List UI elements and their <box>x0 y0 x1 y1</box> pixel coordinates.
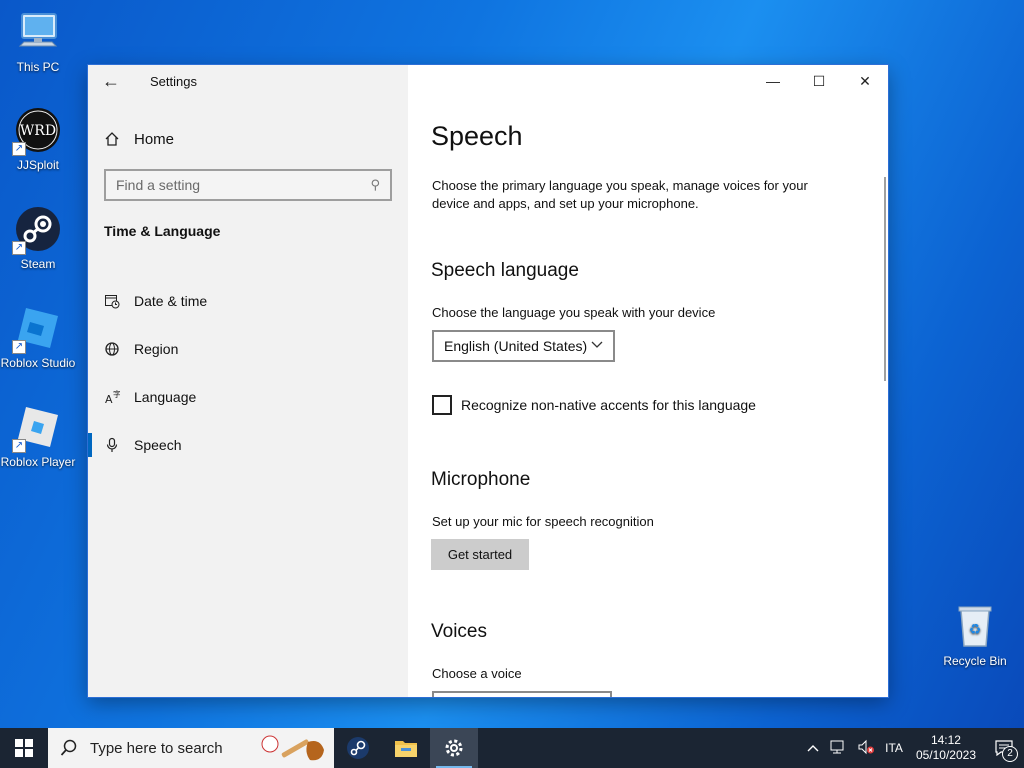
shortcut-arrow-icon: ↗ <box>12 340 26 354</box>
roblox-player-icon: ↗ <box>12 403 62 453</box>
microphone-label: Set up your mic for speech recognition <box>432 514 654 529</box>
dropdown-selected: English (United States) <box>444 338 588 354</box>
desktop-icon-roblox-studio[interactable]: ↗ Roblox Studio <box>0 304 78 370</box>
accent-checkbox-row[interactable]: Recognize non-native accents for this la… <box>432 395 756 415</box>
steam-icon <box>347 737 369 759</box>
calendar-clock-icon <box>105 295 120 309</box>
app-title: Settings <box>150 74 197 89</box>
desktop-icon-label: Roblox Player <box>0 455 76 469</box>
content-pane: Speech Choose the primary language you s… <box>408 65 888 697</box>
desktop-icon-jjsploit[interactable]: WRD ↗ JJSploit <box>0 106 78 172</box>
volume-muted-icon[interactable] <box>852 739 880 758</box>
search-icon <box>60 739 77 756</box>
section-title: Time & Language <box>104 223 221 239</box>
shortcut-arrow-icon: ↗ <box>12 241 26 255</box>
nav-home[interactable]: Home <box>104 127 174 151</box>
taskbar-settings[interactable] <box>430 728 478 768</box>
notification-count-badge: 2 <box>1002 746 1018 762</box>
search-icon: ⚲ <box>370 177 380 192</box>
shortcut-arrow-icon: ↗ <box>12 439 26 453</box>
clock-time: 14:12 <box>930 733 961 747</box>
svg-text:字: 字 <box>113 389 120 399</box>
computer-icon <box>14 8 62 56</box>
desktop-icon-label: This PC <box>16 60 60 74</box>
show-hidden-icons-chevron-icon[interactable] <box>802 741 824 755</box>
clock[interactable]: 14:12 05/10/2023 <box>908 733 984 763</box>
nav-list: Date & time Region A 字 Language Speech <box>88 277 408 469</box>
start-button[interactable] <box>0 728 48 768</box>
sidebar-item-region[interactable]: Region <box>88 325 408 373</box>
desktop-icon-roblox-player[interactable]: ↗ Roblox Player <box>0 403 78 469</box>
sidebar-item-language[interactable]: A 字 Language <box>88 373 408 421</box>
speech-language-heading: Speech language <box>431 260 579 281</box>
sidebar-item-label: Region <box>134 341 179 357</box>
roblox-studio-icon: ↗ <box>12 304 62 354</box>
microphone-heading: Microphone <box>431 469 531 490</box>
voices-label: Choose a voice <box>432 666 522 681</box>
sidebar-item-label: Language <box>134 389 197 405</box>
microphone-icon <box>106 437 118 452</box>
get-started-button[interactable]: Get started <box>431 539 529 570</box>
svg-text:A: A <box>105 393 113 405</box>
jjsploit-icon: WRD ↗ <box>12 106 62 156</box>
sidebar-item-date-time[interactable]: Date & time <box>88 277 408 325</box>
search-highlight-baseball-icon <box>261 735 324 761</box>
voice-dropdown[interactable] <box>432 691 612 697</box>
shortcut-arrow-icon: ↗ <box>12 142 26 156</box>
steam-icon: ↗ <box>12 205 62 255</box>
windows-logo-icon <box>15 739 33 757</box>
settings-icon <box>445 739 463 757</box>
desktop-icon-this-pc[interactable]: This PC <box>0 8 78 74</box>
svg-text:WRD: WRD <box>20 123 56 139</box>
titlebar: ← Settings <box>88 65 408 99</box>
taskbar: Type here to search ITA 14:12 05/10/2023… <box>0 728 1024 768</box>
globe-icon <box>105 342 119 356</box>
sidebar-item-speech[interactable]: Speech <box>88 421 408 469</box>
desktop-icon-label: JJSploit <box>16 158 60 172</box>
taskbar-search-placeholder: Type here to search <box>90 739 223 757</box>
recycle-bin-icon: ♻ <box>951 602 999 650</box>
system-tray: ITA 14:12 05/10/2023 2 <box>802 728 1024 768</box>
desktop-icon-steam[interactable]: ↗ Steam <box>0 205 78 271</box>
action-center-button[interactable]: 2 <box>984 728 1024 768</box>
sidebar-item-label: Speech <box>134 437 182 453</box>
file-explorer-icon <box>395 741 417 757</box>
speech-language-dropdown[interactable]: English (United States) <box>432 330 615 362</box>
back-arrow-icon[interactable]: ← <box>102 71 124 93</box>
input-language-indicator[interactable]: ITA <box>880 741 908 755</box>
accent-checkbox[interactable] <box>432 395 452 415</box>
page-title: Speech <box>431 121 523 151</box>
sidebar-item-label: Date & time <box>134 293 208 309</box>
chevron-down-icon <box>591 340 603 352</box>
taskbar-search-input[interactable]: Type here to search <box>48 728 334 768</box>
accent-checkbox-label: Recognize non-native accents for this la… <box>461 397 756 413</box>
desktop-icon-recycle-bin[interactable]: ♻ Recycle Bin <box>935 602 1015 668</box>
taskbar-file-explorer[interactable] <box>382 728 430 768</box>
settings-search-input[interactable]: Find a setting ⚲ <box>104 169 392 201</box>
language-icon: A 字 <box>105 389 120 405</box>
clock-date: 05/10/2023 <box>915 748 976 762</box>
network-icon[interactable] <box>824 739 852 758</box>
sidebar: ← Settings Home Find a setting ⚲ Time & … <box>88 65 408 697</box>
speech-language-label: Choose the language you speak with your … <box>432 305 716 320</box>
desktop-icon-label: Steam <box>20 257 56 271</box>
voices-heading: Voices <box>431 621 487 642</box>
desktop-icon-label: Roblox Studio <box>0 356 76 370</box>
svg-text:♻: ♻ <box>969 621 982 637</box>
search-placeholder: Find a setting <box>116 177 201 193</box>
nav-home-label: Home <box>134 130 175 148</box>
page-description: Choose the primary language you speak, m… <box>432 178 808 211</box>
desktop-icon-label: Recycle Bin <box>943 654 1007 668</box>
settings-window: ← Settings Home Find a setting ⚲ Time & … <box>88 65 888 697</box>
taskbar-steam[interactable] <box>334 728 382 768</box>
scrollbar[interactable] <box>884 177 886 381</box>
home-icon <box>105 132 119 146</box>
